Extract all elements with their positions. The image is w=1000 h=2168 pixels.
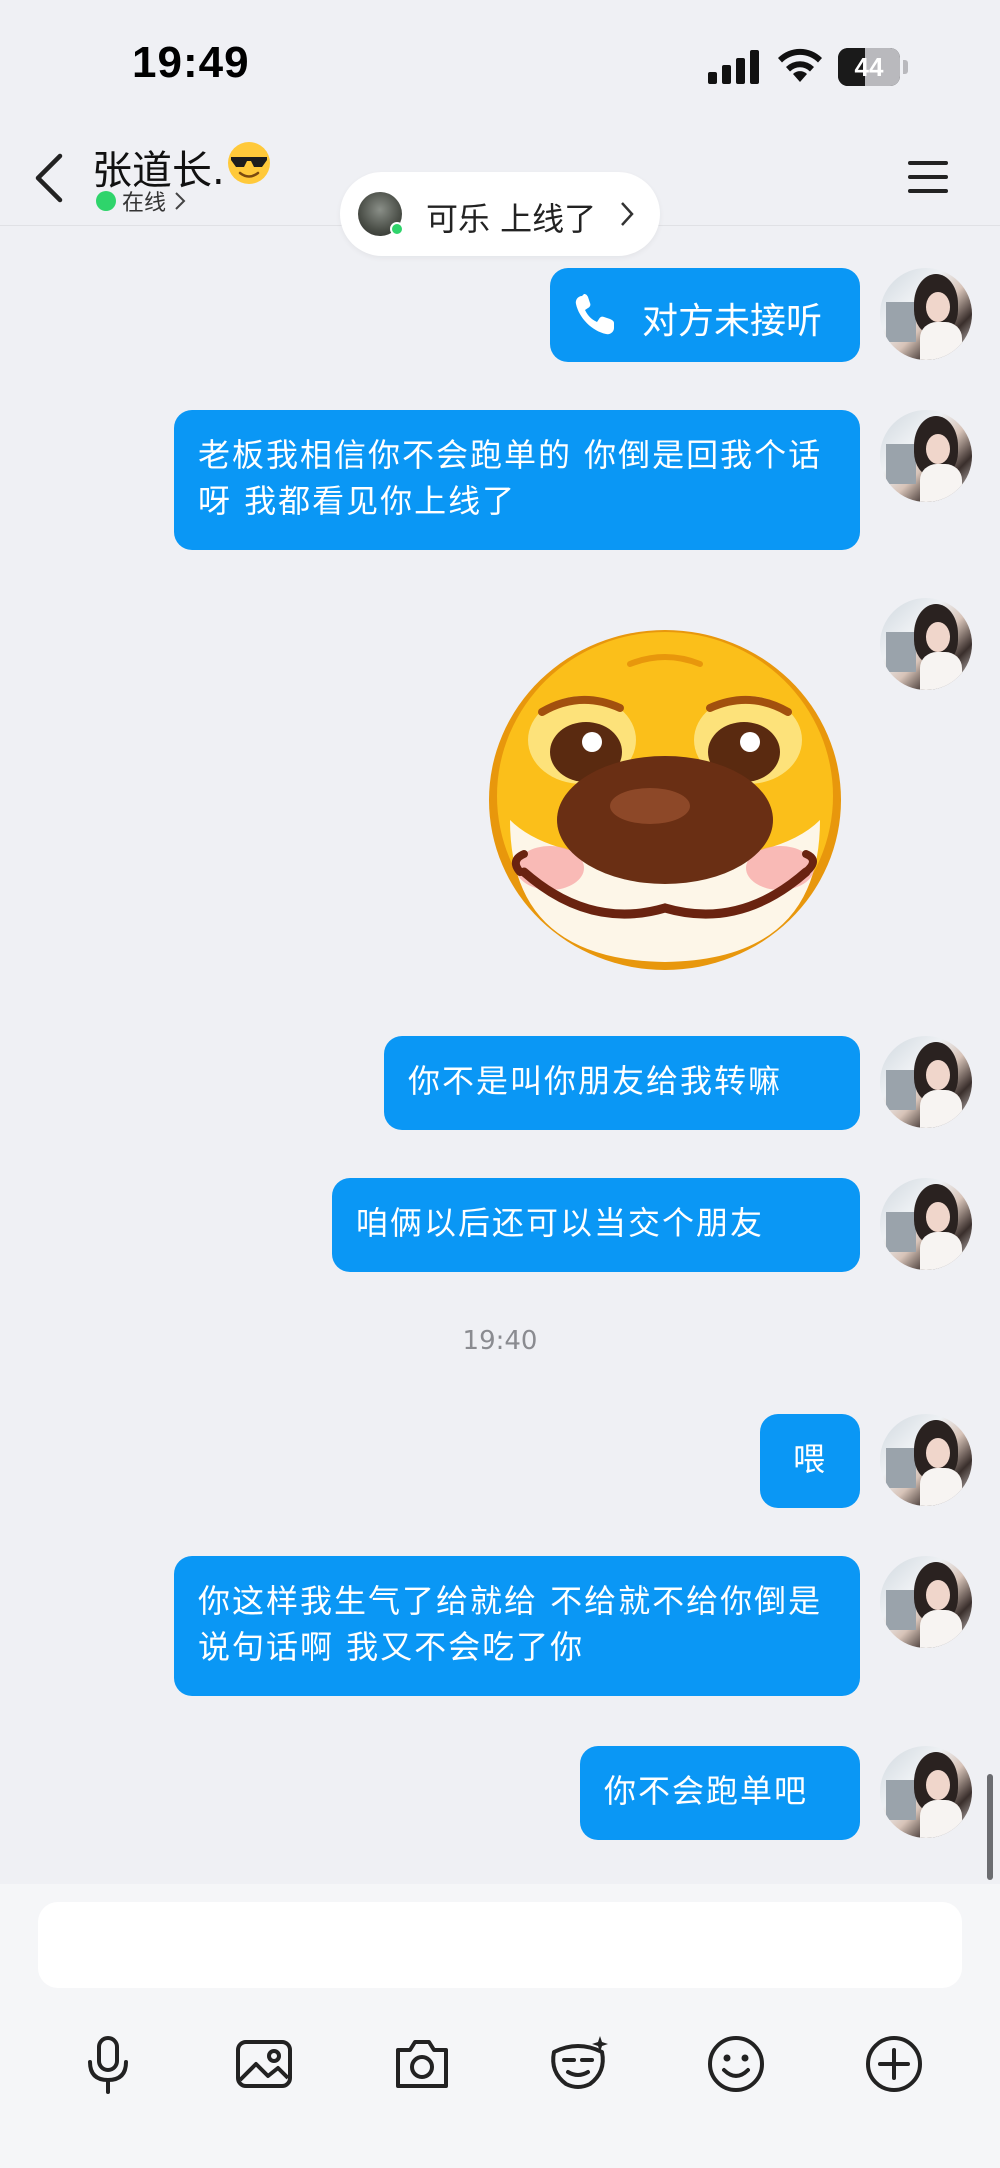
toast-text: 可乐 上线了: [426, 200, 597, 238]
scrollbar[interactable]: [987, 1774, 993, 1880]
signal-icon: [708, 50, 759, 84]
sticker-icon[interactable]: [546, 2032, 610, 2096]
message-text: 你这样我生气了给就给 不给就不给你倒是说句话啊 我又不会吃了你: [198, 1582, 823, 1666]
online-status[interactable]: 在线: [96, 186, 186, 216]
avatar[interactable]: [880, 268, 972, 360]
message-text: 老板我相信你不会跑单的 你倒是回我个话呀 我都看见你上线了: [198, 436, 823, 520]
chevron-right-icon: [621, 202, 634, 226]
status-bar: 19:49 44: [0, 0, 1000, 130]
avatar[interactable]: [880, 1036, 972, 1128]
input-area: [0, 1884, 1000, 2168]
message-timestamp: 19:40: [462, 1326, 538, 1356]
status-time: 19:49: [132, 38, 250, 87]
call-status-text: 对方未接听: [642, 301, 823, 342]
message-bubble[interactable]: 咱俩以后还可以当交个朋友: [332, 1178, 860, 1272]
input-toolbar: [0, 2032, 1000, 2112]
message-bubble[interactable]: 喂: [760, 1414, 860, 1508]
online-dot-icon: [96, 191, 116, 211]
chevron-right-icon: [175, 192, 186, 210]
call-message-bubble[interactable]: 对方未接听: [550, 268, 860, 362]
avatar[interactable]: [880, 1178, 972, 1270]
emoji-icon[interactable]: [704, 2032, 768, 2096]
message-bubble[interactable]: 你不是叫你朋友给我转嘛: [384, 1036, 860, 1130]
phone-icon: [575, 294, 614, 335]
microphone-icon[interactable]: [76, 2032, 140, 2096]
online-toast[interactable]: 可乐 上线了: [340, 172, 660, 256]
battery-icon: 44: [838, 48, 908, 86]
message-text: 你不是叫你朋友给我转嘛: [408, 1062, 783, 1100]
message-text: 你不会跑单吧: [604, 1772, 809, 1810]
avatar[interactable]: [880, 1414, 972, 1506]
online-dot-icon: [390, 222, 404, 236]
message-bubble[interactable]: 你不会跑单吧: [580, 1746, 860, 1840]
avatar[interactable]: [880, 1746, 972, 1838]
avatar[interactable]: [880, 598, 972, 690]
image-icon[interactable]: [232, 2032, 296, 2096]
plus-icon[interactable]: [862, 2032, 926, 2096]
online-status-text: 在线: [122, 191, 167, 216]
back-icon[interactable]: [30, 150, 70, 206]
message-bubble[interactable]: 你这样我生气了给就给 不给就不给你倒是说句话啊 我又不会吃了你: [174, 1556, 860, 1696]
avatar[interactable]: [880, 410, 972, 502]
wifi-icon: [778, 48, 822, 82]
menu-icon[interactable]: [906, 158, 950, 196]
message-input[interactable]: [38, 1902, 962, 1988]
camera-icon[interactable]: [390, 2032, 454, 2096]
message-text: 咱俩以后还可以当交个朋友: [356, 1204, 765, 1242]
avatar[interactable]: [880, 1556, 972, 1648]
message-text: 喂: [792, 1440, 827, 1478]
message-bubble[interactable]: 老板我相信你不会跑单的 你倒是回我个话呀 我都看见你上线了: [174, 410, 860, 550]
dog-sticker-icon[interactable]: [480, 610, 850, 980]
sunglasses-emoji-icon: [228, 142, 270, 184]
battery-percent: 44: [854, 52, 884, 82]
